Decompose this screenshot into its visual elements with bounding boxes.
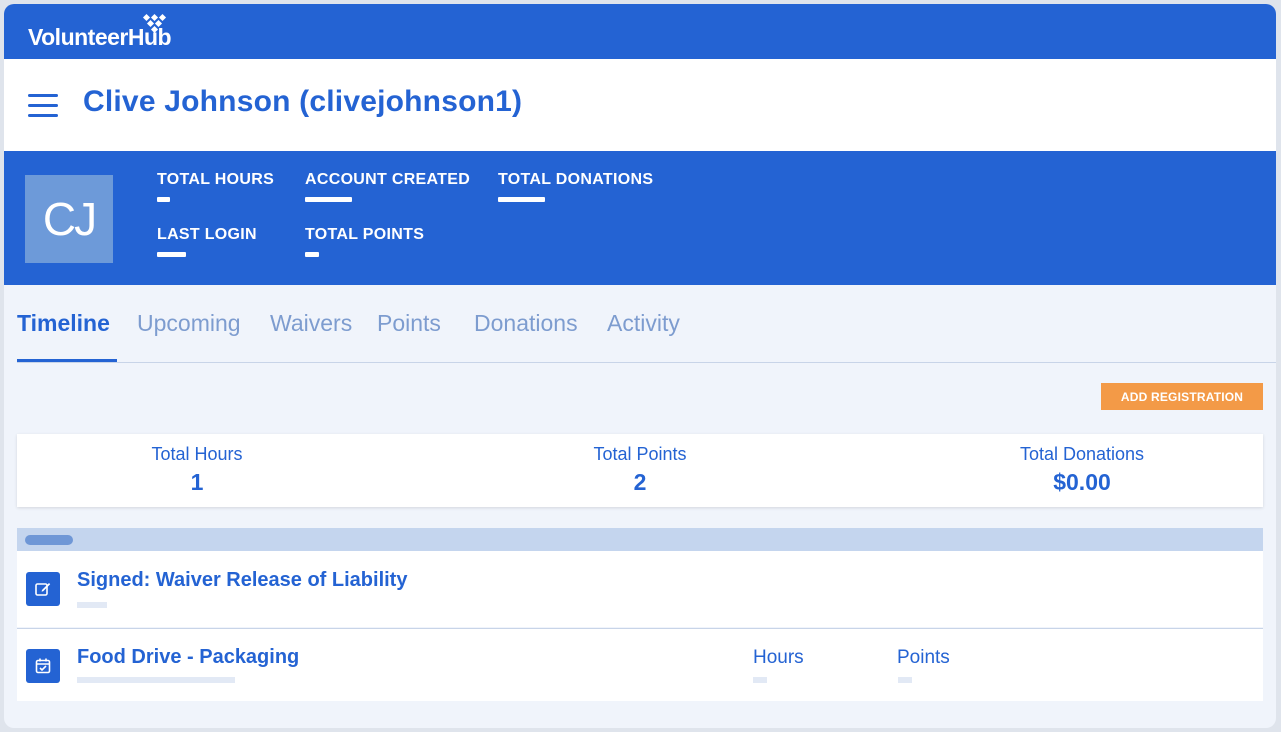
stat-last-login: LAST LOGIN (157, 226, 257, 257)
page-title: Clive Johnson (clivejohnson1) (83, 85, 523, 118)
tab-timeline[interactable]: Timeline (17, 310, 110, 337)
summary-value: 2 (633, 469, 647, 495)
logo-dots-icon (142, 13, 172, 34)
tab-bar: Timeline Upcoming Waivers Points Donatio… (17, 304, 1276, 363)
points-value-placeholder (898, 677, 912, 683)
stat-label: TOTAL HOURS (157, 171, 275, 188)
summary-total-points: Total Points 2 (520, 444, 760, 496)
timeline-item[interactable]: Signed: Waiver Release of Liability (17, 551, 1263, 627)
summary-total-hours: Total Hours 1 (77, 444, 317, 496)
edit-icon (26, 572, 60, 606)
summary-total-donations: Total Donations $0.00 (962, 444, 1202, 496)
tab-upcoming[interactable]: Upcoming (137, 310, 241, 337)
summary-value: 1 (190, 469, 204, 495)
timeline-item-date-placeholder (77, 677, 235, 683)
date-placeholder (25, 535, 73, 545)
stat-label: ACCOUNT CREATED (305, 171, 471, 188)
tab-activity[interactable]: Activity (607, 310, 680, 337)
stat-label: TOTAL DONATIONS (498, 171, 654, 188)
timeline-item[interactable]: Food Drive - Packaging Hours Points (17, 628, 1263, 701)
calendar-check-icon (26, 649, 60, 683)
hours-value-placeholder (753, 677, 767, 683)
top-bar: VolunteerHub (4, 4, 1276, 59)
tab-points[interactable]: Points (377, 310, 441, 337)
timeline-item-date-placeholder (77, 602, 107, 608)
stat-label: TOTAL POINTS (305, 226, 425, 243)
stat-value-placeholder (157, 252, 186, 257)
stat-label: LAST LOGIN (157, 226, 257, 243)
title-bar: Clive Johnson (clivejohnson1) (4, 59, 1276, 151)
stat-total-points: TOTAL POINTS (305, 226, 424, 257)
hours-column-label: Hours (753, 647, 804, 668)
active-tab-indicator (17, 359, 117, 362)
stat-total-donations: TOTAL DONATIONS (498, 171, 653, 202)
summary-label: Total Points (593, 444, 687, 464)
avatar: CJ (25, 175, 113, 263)
stat-total-hours: TOTAL HOURS (157, 171, 274, 202)
summary-card: Total Hours 1 Total Points 2 Total Donat… (17, 434, 1263, 507)
summary-label: Total Donations (1019, 444, 1145, 464)
app-frame: VolunteerHub Clive Johnson (clivejohnson… (4, 4, 1276, 728)
summary-label: Total Hours (151, 444, 243, 464)
stat-value-placeholder (157, 197, 170, 202)
tab-donations[interactable]: Donations (474, 310, 578, 337)
tab-waivers[interactable]: Waivers (270, 310, 352, 337)
timeline-date-header (17, 528, 1263, 551)
stat-value-placeholder (498, 197, 545, 202)
add-registration-button[interactable]: ADD REGISTRATION (1101, 383, 1263, 410)
timeline-item-title[interactable]: Food Drive - Packaging (77, 646, 299, 669)
hamburger-menu-icon[interactable] (28, 94, 58, 118)
summary-value: $0.00 (1053, 469, 1111, 495)
stat-account-created: ACCOUNT CREATED (305, 171, 470, 202)
profile-banner: CJ TOTAL HOURS ACCOUNT CREATED TOTAL DON… (4, 151, 1276, 285)
stat-value-placeholder (305, 252, 319, 257)
points-column-label: Points (897, 647, 950, 668)
stat-value-placeholder (305, 197, 352, 202)
timeline-item-title[interactable]: Signed: Waiver Release of Liability (77, 569, 407, 592)
